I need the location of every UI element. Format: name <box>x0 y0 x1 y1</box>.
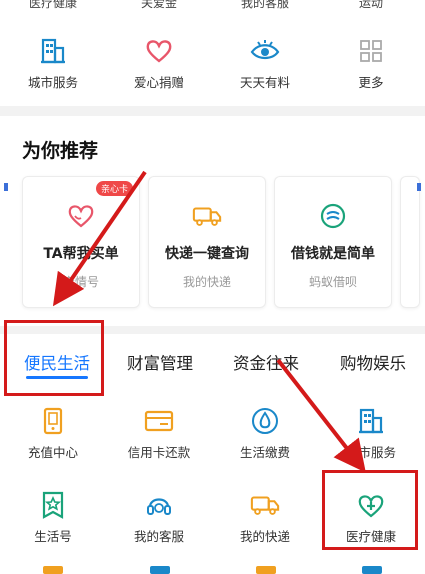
tab-funds[interactable]: 资金往来 <box>233 350 299 374</box>
app-grid-top: 城市服务 爱心捐赠 天天有料 更多 <box>0 36 425 91</box>
tab-wealth[interactable]: 财富管理 <box>127 350 193 374</box>
loan-icon <box>318 201 348 231</box>
star-badge-icon <box>38 490 68 520</box>
service-label: 我的客服 <box>133 529 184 544</box>
cutoff-label: 我的客服 <box>240 0 289 10</box>
grid-item-label: 天天有料 <box>239 75 290 90</box>
service-label: 信用卡还款 <box>127 445 191 460</box>
highlight-box-medical <box>322 470 418 550</box>
card-subtitle: 我的快递 <box>182 275 231 289</box>
credit-card-icon <box>144 406 174 436</box>
card-subtitle: 亲情号 <box>62 275 99 289</box>
headset-icon <box>144 490 174 520</box>
grid-item-city-services[interactable]: 城市服务 <box>0 36 106 91</box>
card-badge: 亲心卡 <box>95 181 133 196</box>
heart-icon <box>144 36 174 66</box>
recommend-card[interactable]: 借钱就是简单 蚂蚁借呗 <box>274 176 392 308</box>
recommend-card[interactable]: 快递一键查询 我的快递 <box>148 176 266 308</box>
service-grid-row-1: 充值中心 信用卡还款 生活缴费 城市服务 <box>0 406 425 461</box>
grid-item-label: 爱心捐赠 <box>133 75 184 90</box>
cutoff-top-row: 医疗健康 关爱金 我的客服 运动 <box>0 0 425 10</box>
grid-icon <box>356 36 386 66</box>
phone-icon <box>38 406 68 436</box>
cutoff-label: 关爱金 <box>140 0 177 10</box>
grid-item-more[interactable]: 更多 <box>318 36 424 91</box>
cutoff-label: 运动 <box>358 0 383 10</box>
recommend-cards: 亲心卡 TA帮我买单 亲情号 快递一键查询 我的快递 借钱就是简单 蚂蚁借呗 <box>22 176 420 308</box>
peek-icon <box>362 566 382 574</box>
edge-mark <box>4 183 8 191</box>
peek-icon <box>150 566 170 574</box>
highlight-box-tab <box>4 320 104 396</box>
truck-icon <box>250 490 280 520</box>
card-title: TA帮我买单 <box>43 246 119 262</box>
card-subtitle: 蚂蚁借呗 <box>308 275 357 289</box>
service-label: 充值中心 <box>27 445 78 460</box>
card-title: 借钱就是简单 <box>291 246 375 262</box>
tab-shopping[interactable]: 购物娱乐 <box>340 350 406 374</box>
service-label: 生活号 <box>34 529 72 544</box>
service-label: 我的快递 <box>239 529 290 544</box>
grid-item-label: 城市服务 <box>27 75 78 90</box>
service-life-account[interactable]: 生活号 <box>0 490 106 545</box>
section-divider <box>0 106 425 116</box>
heart-hands-icon <box>66 201 96 231</box>
service-recharge[interactable]: 充值中心 <box>0 406 106 461</box>
grid-item-label: 更多 <box>358 75 384 90</box>
water-drop-icon <box>250 406 280 436</box>
recommend-card-partial[interactable] <box>400 176 420 308</box>
service-label: 城市服务 <box>345 445 396 460</box>
service-city[interactable]: 城市服务 <box>318 406 424 461</box>
recommend-card[interactable]: 亲心卡 TA帮我买单 亲情号 <box>22 176 140 308</box>
service-label: 生活缴费 <box>239 445 290 460</box>
truck-icon <box>192 201 222 231</box>
building-icon <box>356 406 386 436</box>
next-row-peek <box>0 566 425 574</box>
card-title: 快递一键查询 <box>165 246 249 262</box>
building-icon <box>38 36 68 66</box>
service-express[interactable]: 我的快递 <box>212 490 318 545</box>
service-credit-card[interactable]: 信用卡还款 <box>106 406 212 461</box>
eye-icon <box>250 36 280 66</box>
section-title: 为你推荐 <box>22 140 99 162</box>
cutoff-label: 医疗健康 <box>28 0 77 10</box>
grid-item-charity[interactable]: 爱心捐赠 <box>106 36 212 91</box>
service-customer-service[interactable]: 我的客服 <box>106 490 212 545</box>
service-utilities[interactable]: 生活缴费 <box>212 406 318 461</box>
peek-icon <box>43 566 63 574</box>
peek-icon <box>256 566 276 574</box>
grid-item-daily-news[interactable]: 天天有料 <box>212 36 318 91</box>
edge-mark <box>417 183 421 191</box>
